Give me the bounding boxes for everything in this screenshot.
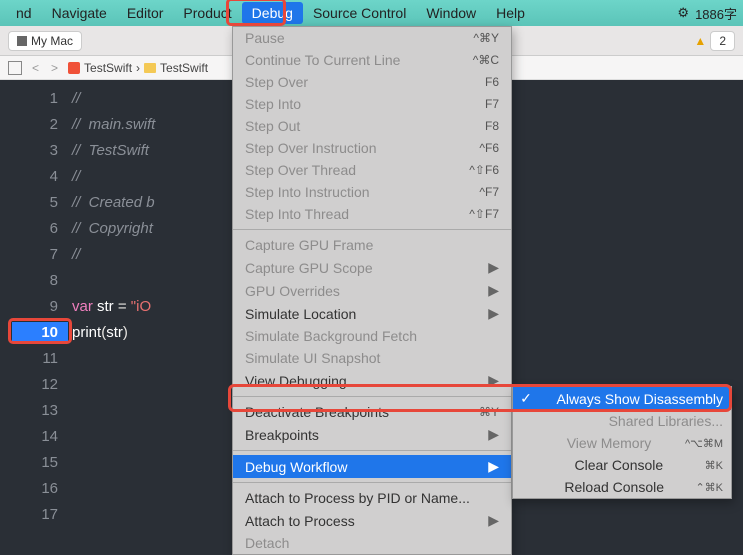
menu-source-control[interactable]: Source Control	[303, 2, 416, 24]
check-icon: ✓	[519, 390, 533, 407]
breadcrumb[interactable]: TestSwift › TestSwift	[68, 61, 208, 75]
line-number[interactable]: 15	[0, 450, 72, 476]
line-number[interactable]: 6	[0, 216, 72, 242]
status-text: 1886字	[695, 4, 737, 23]
breadcrumb-folder: TestSwift	[160, 61, 208, 75]
submenu-item-always-show-disassembly[interactable]: ✓Always Show Disassembly	[513, 387, 731, 410]
chevron-right-icon: ▶	[488, 305, 499, 322]
menu-window[interactable]: Window	[416, 2, 486, 24]
line-number[interactable]: 4	[0, 164, 72, 190]
menu-debug[interactable]: Debug	[242, 2, 303, 24]
line-number[interactable]: 10	[0, 320, 72, 346]
chevron-right-icon: ▶	[488, 259, 499, 276]
menu-item-simulate-location[interactable]: Simulate Location▶	[233, 302, 511, 325]
line-number[interactable]: 13	[0, 398, 72, 424]
menu-item-step-over-instruction: Step Over Instruction^F6	[233, 137, 511, 159]
submenu-item-shared-libraries-: Shared Libraries...	[513, 410, 731, 432]
menu-item-breakpoints[interactable]: Breakpoints▶	[233, 423, 511, 446]
warning-count: 2	[710, 31, 735, 51]
status-icon: ⚙	[677, 5, 689, 21]
submenu-item-reload-console[interactable]: Reload Console⌃⌘K	[513, 476, 731, 498]
chevron-right-icon: ›	[136, 61, 140, 75]
code-text: //	[72, 164, 80, 190]
menu-item-gpu-overrides: GPU Overrides▶	[233, 279, 511, 302]
debug-menu-dropdown: Pause^⌘YContinue To Current Line^⌘CStep …	[232, 26, 512, 555]
line-number[interactable]: 17	[0, 502, 72, 528]
code-text: print(str)	[72, 320, 128, 346]
menu-nd[interactable]: nd	[6, 2, 42, 24]
line-number[interactable]: 14	[0, 424, 72, 450]
swift-project-icon	[68, 62, 80, 74]
menu-item-attach-to-process[interactable]: Attach to Process▶	[233, 509, 511, 532]
line-number[interactable]: 3	[0, 138, 72, 164]
line-number[interactable]: 1	[0, 86, 72, 112]
code-text: //	[72, 242, 80, 268]
chevron-right-icon: ▶	[488, 426, 499, 443]
folder-icon	[144, 63, 156, 73]
chevron-right-icon: ▶	[488, 282, 499, 299]
nav-back-icon[interactable]: <	[30, 61, 41, 75]
device-label: My Mac	[31, 34, 73, 48]
chevron-right-icon: ▶	[488, 372, 499, 389]
line-number[interactable]: 7	[0, 242, 72, 268]
menu-item-debug-workflow[interactable]: Debug Workflow▶	[233, 455, 511, 478]
submenu-item-clear-console[interactable]: Clear Console⌘K	[513, 454, 731, 476]
menu-separator	[233, 229, 511, 230]
related-items-icon[interactable]	[8, 61, 22, 75]
line-number[interactable]: 8	[0, 268, 72, 294]
code-text: // Created b	[72, 190, 155, 216]
menu-item-step-into: Step IntoF7	[233, 93, 511, 115]
breadcrumb-project: TestSwift	[84, 61, 132, 75]
submenu-item-view-memory: View Memory^⌥⌘M	[513, 432, 731, 454]
menu-item-pause: Pause^⌘Y	[233, 27, 511, 49]
menu-item-simulate-background-fetch: Simulate Background Fetch	[233, 325, 511, 347]
menu-item-step-over-thread: Step Over Thread^⇧F6	[233, 159, 511, 181]
nav-forward-icon[interactable]: >	[49, 61, 60, 75]
code-text: var str = "iO	[72, 294, 151, 320]
line-number[interactable]: 16	[0, 476, 72, 502]
menu-editor[interactable]: Editor	[117, 2, 174, 24]
run-destination[interactable]: My Mac	[8, 31, 82, 51]
menu-product[interactable]: Product	[173, 2, 241, 24]
line-number[interactable]: 11	[0, 346, 72, 372]
warning-icon: ▲	[694, 34, 706, 48]
warnings-indicator[interactable]: ▲ 2	[694, 31, 735, 51]
debug-workflow-submenu: ✓Always Show DisassemblyShared Libraries…	[512, 386, 732, 499]
chevron-right-icon: ▶	[488, 512, 499, 529]
menu-item-simulate-ui-snapshot: Simulate UI Snapshot	[233, 347, 511, 369]
menu-item-capture-gpu-scope: Capture GPU Scope▶	[233, 256, 511, 279]
code-text: // main.swift	[72, 112, 155, 138]
menu-item-attach-to-process-by-pid-or-name-[interactable]: Attach to Process by PID or Name...	[233, 487, 511, 509]
menu-item-deactivate-breakpoints[interactable]: Deactivate Breakpoints⌘Y	[233, 401, 511, 423]
menu-item-detach: Detach	[233, 532, 511, 554]
line-number[interactable]: 12	[0, 372, 72, 398]
menu-help[interactable]: Help	[486, 2, 535, 24]
mac-icon	[17, 36, 27, 46]
chevron-right-icon: ▶	[488, 458, 499, 475]
menu-item-view-debugging[interactable]: View Debugging▶	[233, 369, 511, 392]
line-number[interactable]: 5	[0, 190, 72, 216]
line-number[interactable]: 2	[0, 112, 72, 138]
menu-separator	[233, 482, 511, 483]
code-text: // TestSwift	[72, 138, 149, 164]
menu-item-capture-gpu-frame: Capture GPU Frame	[233, 234, 511, 256]
menu-navigate[interactable]: Navigate	[42, 2, 117, 24]
menu-separator	[233, 396, 511, 397]
menu-item-step-out: Step OutF8	[233, 115, 511, 137]
line-number[interactable]: 9	[0, 294, 72, 320]
menu-item-step-over: Step OverF6	[233, 71, 511, 93]
menu-separator	[233, 450, 511, 451]
menu-item-step-into-thread: Step Into Thread^⇧F7	[233, 203, 511, 225]
code-text: //	[72, 86, 80, 112]
menu-item-step-into-instruction: Step Into Instruction^F7	[233, 181, 511, 203]
menubar: ndNavigateEditorProductDebugSource Contr…	[0, 0, 743, 26]
menu-item-continue-to-current-line: Continue To Current Line^⌘C	[233, 49, 511, 71]
